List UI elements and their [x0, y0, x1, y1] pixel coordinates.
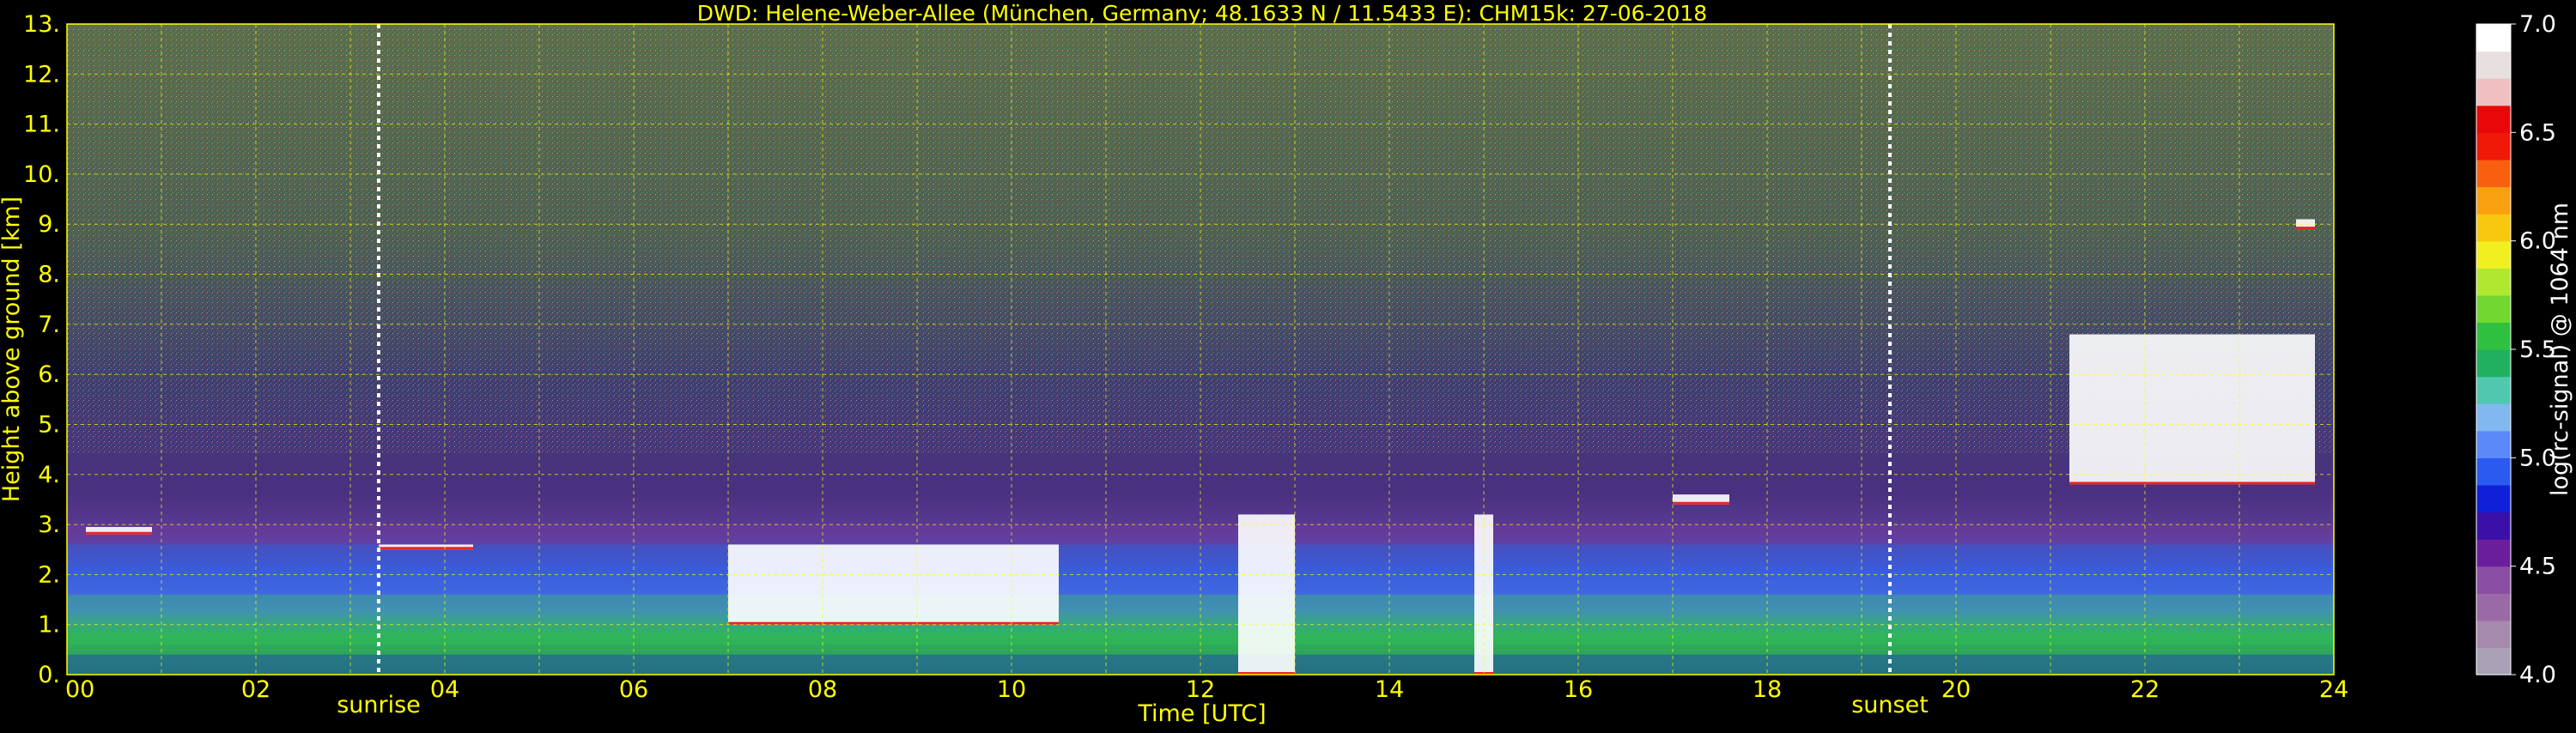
y-axis-ticks: 0. 1. 2. 3. 4. 5. 6. 7. 8. 9. 10. 11. 12. 13.: [23, 11, 60, 688]
colorbar-segment: [2476, 294, 2511, 324]
cloud-base-edge: [2069, 482, 2315, 485]
colorbar-segment: [2476, 349, 2511, 378]
colorbar-segment: [2476, 512, 2511, 540]
colorbar-segment: [2476, 620, 2511, 649]
y-tick-label: 1.: [38, 612, 60, 639]
x-tick-label: 12: [1186, 676, 1215, 703]
colorbar-segment: [2476, 78, 2511, 106]
y-tick-label: 0.: [38, 662, 60, 688]
x-tick-label: 10: [997, 676, 1026, 703]
cloud-layer: [2069, 334, 2315, 485]
y-tick-label: 11.: [23, 112, 60, 138]
colorbar-segment: [2476, 593, 2511, 621]
x-tick-label: 20: [1941, 676, 1971, 703]
chart-svg: DWD: Helene-Weber-Allee (München, German…: [0, 1, 2573, 727]
cloud-base-edge: [2296, 227, 2315, 230]
colorbar: 4.04.55.05.56.06.57.0 log(rc-signal) @ 1…: [2476, 11, 2573, 688]
colorbar-segment: [2476, 457, 2511, 486]
cloud-layer: [728, 544, 1059, 625]
y-tick-label: 13.: [23, 11, 60, 38]
x-tick-label: 08: [808, 676, 837, 703]
sunrise-label: sunrise: [337, 692, 421, 718]
x-tick-label: 14: [1375, 676, 1404, 703]
colorbar-segment: [2476, 105, 2511, 133]
colorbar-segment: [2476, 51, 2511, 79]
cloud-base-edge: [1673, 501, 1729, 505]
y-tick-label: 3.: [38, 512, 60, 538]
colorbar-segment: [2476, 566, 2511, 594]
colorbar-segment: [2476, 132, 2511, 161]
x-tick-label: 04: [430, 676, 459, 703]
x-tick-label: 02: [241, 676, 270, 703]
colorbar-segment: [2476, 484, 2511, 513]
cloud-base-edge: [86, 531, 152, 535]
cloud-base-edge: [379, 547, 473, 550]
lidar-figure: DWD: Helene-Weber-Allee (München, German…: [0, 0, 2576, 730]
colorbar-segment: [2476, 647, 2511, 675]
chart-title: DWD: Helene-Weber-Allee (München, German…: [697, 1, 1707, 26]
colorbar-segment: [2476, 268, 2511, 296]
colorbar-segment: [2476, 430, 2511, 458]
colorbar-tick-label: 6.5: [2519, 119, 2556, 146]
colorbar-tick-label: 4.5: [2519, 554, 2556, 580]
colorbar-segment: [2476, 186, 2511, 215]
y-tick-label: 12.: [23, 61, 60, 88]
colorbar-segment: [2476, 159, 2511, 188]
y-tick-label: 10.: [23, 161, 60, 188]
x-tick-label: 18: [1753, 676, 1782, 703]
y-tick-label: 7.: [38, 312, 60, 338]
colorbar-segment: [2476, 376, 2511, 404]
colorbar-tick-label: 7.0: [2519, 11, 2556, 38]
colorbar-label: log(rc-signal) @ 1064 nm: [2547, 203, 2573, 496]
y-axis-label: Height above ground [km]: [0, 197, 25, 502]
colorbar-segments: [2476, 24, 2511, 675]
x-tick-label: 24: [2319, 676, 2348, 703]
plot-area: [66, 23, 2335, 675]
cloud-layer: [1238, 514, 1295, 675]
colorbar-segment: [2476, 214, 2511, 242]
x-axis-label: Time [UTC]: [1137, 700, 1266, 727]
y-tick-label: 8.: [38, 262, 60, 288]
colorbar-tick-label: 4.0: [2519, 662, 2556, 688]
colorbar-segment: [2476, 403, 2511, 432]
colorbar-segment: [2476, 240, 2511, 269]
colorbar-segment: [2476, 322, 2511, 350]
y-tick-label: 2.: [38, 561, 60, 588]
y-tick-label: 9.: [38, 211, 60, 238]
colorbar-segment: [2476, 539, 2511, 567]
y-tick-label: 6.: [38, 361, 60, 388]
x-tick-label: 22: [2130, 676, 2160, 703]
colorbar-segment: [2476, 24, 2511, 52]
y-tick-label: 5.: [38, 411, 60, 438]
x-tick-label: 00: [65, 676, 94, 703]
x-tick-label: 06: [619, 676, 648, 703]
x-tick-label: 16: [1564, 676, 1593, 703]
y-tick-label: 4.: [38, 462, 60, 488]
sunset-label: sunset: [1851, 692, 1929, 718]
